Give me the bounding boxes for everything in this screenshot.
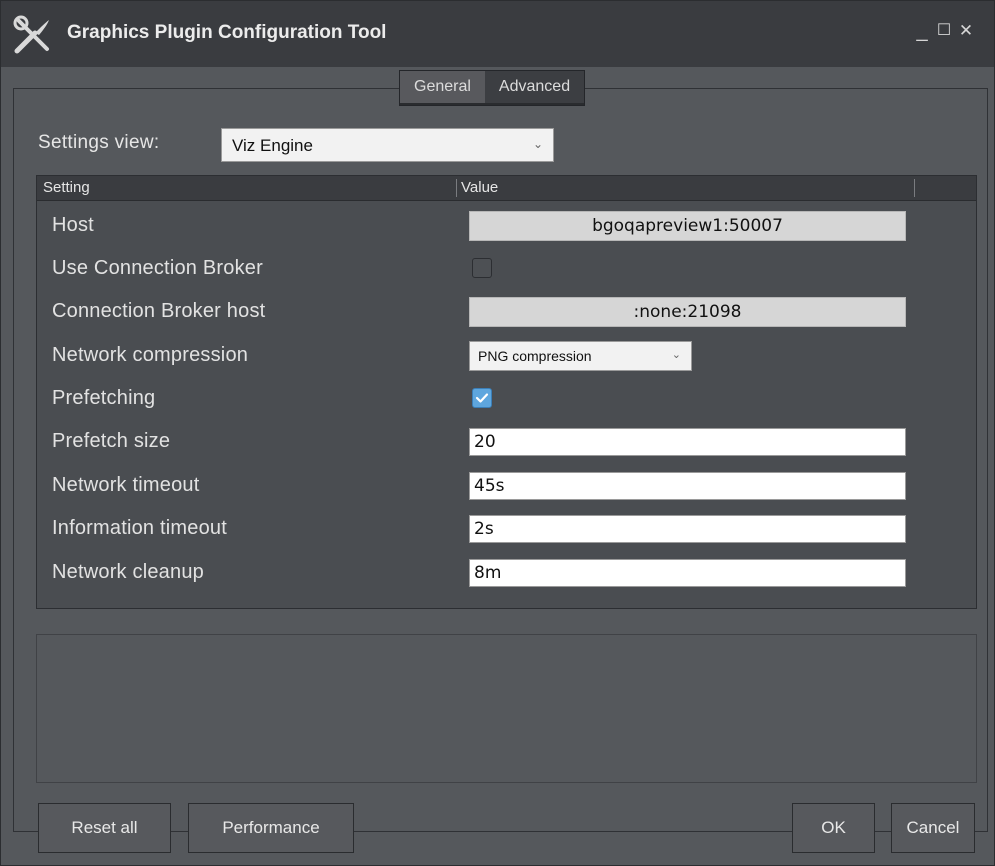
network-compression-select[interactable]: PNG compression ⌄	[469, 341, 692, 371]
column-header-setting[interactable]: Setting	[43, 179, 90, 196]
grid-header: Setting Value	[37, 176, 976, 201]
setting-label-prefetch-size: Prefetch size	[52, 430, 171, 452]
column-divider[interactable]	[456, 179, 457, 197]
use-connection-broker-checkbox[interactable]	[472, 258, 492, 278]
network-timeout-input[interactable]: 45s	[469, 472, 906, 500]
setting-label-host: Host	[52, 214, 94, 236]
information-timeout-input[interactable]: 2s	[469, 515, 906, 543]
settings-view-value: Viz Engine	[232, 136, 313, 155]
reset-all-button[interactable]: Reset all	[38, 803, 171, 853]
column-divider[interactable]	[914, 179, 915, 197]
title-bar[interactable]: Graphics Plugin Configuration Tool _ ☐ ✕	[1, 1, 994, 67]
setting-label-use-connection-broker: Use Connection Broker	[52, 257, 263, 279]
tab-advanced[interactable]: Advanced	[484, 71, 585, 103]
column-header-value[interactable]: Value	[461, 179, 498, 196]
app-window: Graphics Plugin Configuration Tool _ ☐ ✕…	[0, 0, 995, 866]
setting-label-network-compression: Network compression	[52, 344, 249, 366]
chevron-down-icon: ⌄	[671, 349, 681, 361]
setting-label-prefetching: Prefetching	[52, 387, 156, 409]
minimize-button[interactable]: _	[913, 21, 931, 41]
maximize-button[interactable]: ☐	[935, 21, 953, 41]
settings-view-select[interactable]: Viz Engine ⌄	[221, 128, 554, 162]
connection-broker-host-field[interactable]: :none:21098	[469, 297, 906, 327]
chevron-down-icon: ⌄	[532, 137, 543, 151]
host-field[interactable]: bgoqapreview1:50007	[469, 211, 906, 241]
tab-general[interactable]: General	[400, 71, 485, 103]
close-button[interactable]: ✕	[957, 21, 975, 41]
description-panel	[36, 634, 977, 783]
tab-bar: General Advanced	[399, 70, 586, 106]
setting-label-network-timeout: Network timeout	[52, 474, 200, 496]
network-compression-value: PNG compression	[478, 348, 592, 364]
tools-icon	[11, 13, 55, 57]
setting-label-connection-broker-host: Connection Broker host	[52, 300, 266, 322]
setting-label-network-cleanup: Network cleanup	[52, 561, 204, 583]
checkmark-icon	[475, 393, 489, 403]
performance-button[interactable]: Performance	[188, 803, 354, 853]
network-cleanup-input[interactable]: 8m	[469, 559, 906, 587]
prefetch-size-input[interactable]: 20	[469, 428, 906, 456]
settings-grid: Setting Value Host bgoqapreview1:50007 U…	[36, 175, 977, 609]
settings-view-label: Settings view:	[38, 132, 160, 153]
prefetching-checkbox[interactable]	[472, 388, 492, 408]
ok-button[interactable]: OK	[792, 803, 875, 853]
setting-label-information-timeout: Information timeout	[52, 517, 227, 539]
window-title: Graphics Plugin Configuration Tool	[67, 22, 387, 43]
cancel-button[interactable]: Cancel	[891, 803, 975, 853]
